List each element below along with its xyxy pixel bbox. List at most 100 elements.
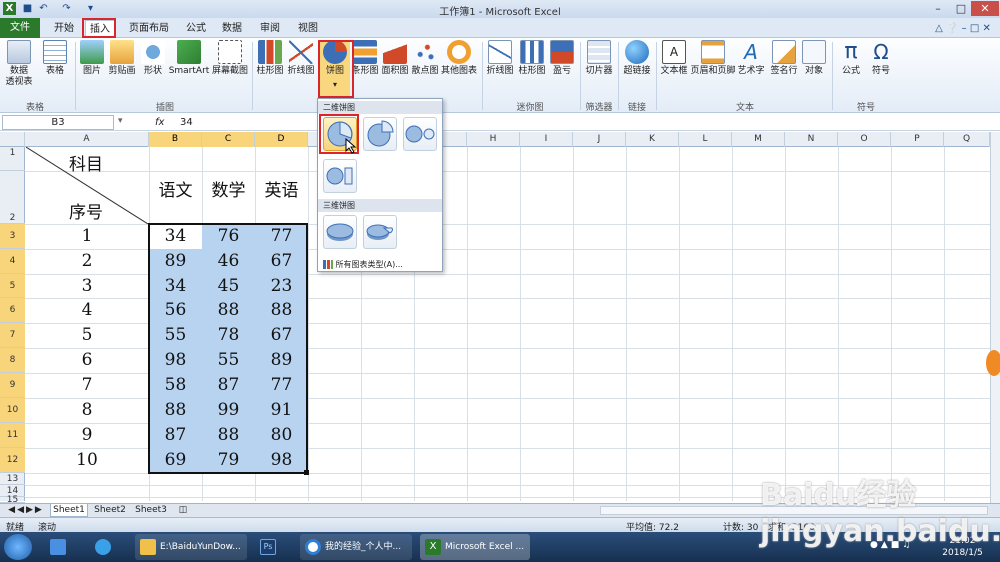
scatter-chart-button[interactable]: 散点图 [410,40,440,96]
row-header-6[interactable]: 6 [0,298,25,323]
column-header-b[interactable]: B [149,132,202,147]
pie-3d-button[interactable] [323,215,357,249]
sparkline-column-button[interactable]: 柱形图 [516,40,548,96]
row-header-11[interactable]: 11 [0,423,25,448]
row-id-cell[interactable]: 1 [25,226,149,246]
sheet-tab-3[interactable]: Sheet3 [132,504,170,517]
hyperlink-button[interactable]: 超链接 [620,40,654,96]
start-button[interactable] [4,534,32,560]
object-button[interactable]: 对象 [800,40,828,96]
row-header-7[interactable]: 7 [0,323,25,348]
name-box[interactable]: B3 [2,115,114,130]
row-header-1[interactable]: 1 [0,147,25,171]
column-header-k[interactable]: K [626,132,679,147]
row-header-4[interactable]: 4 [0,249,25,274]
tab-data[interactable]: 数据 [216,20,248,37]
insert-sheet-icon[interactable]: ◫ [174,504,192,517]
column-header-h[interactable]: H [467,132,520,147]
column-header-m[interactable]: M [732,132,785,147]
signature-line-button[interactable]: 签名行 [768,40,800,96]
row-header-5[interactable]: 5 [0,274,25,298]
pie-of-pie-button[interactable] [403,117,437,151]
column-header-j[interactable]: J [573,132,626,147]
row-header-13[interactable]: 13 [0,473,25,485]
bar-chart-button[interactable]: 条形图 [350,40,380,96]
column-header-a[interactable]: A [25,132,149,147]
row-header-2[interactable]: 2 [0,171,25,224]
slicer-button[interactable]: 切片器 [582,40,616,96]
tab-home[interactable]: 开始 [47,20,81,37]
row-id-cell[interactable]: 3 [25,276,149,296]
column-header-d[interactable]: D [255,132,308,147]
row-id-cell[interactable]: 7 [25,375,149,395]
column-header-p[interactable]: P [891,132,944,147]
win-loss-button[interactable]: 盈亏 [548,40,576,96]
horizontal-scrollbar[interactable] [600,506,988,515]
column-header-i[interactable]: I [520,132,573,147]
help-controls[interactable]: △ ❔ – □ ✕ [930,20,996,37]
row-header-12[interactable]: 12 [0,448,25,473]
column-header-n[interactable]: N [785,132,838,147]
picture-button[interactable]: 图片 [78,40,106,96]
row-id-cell[interactable]: 6 [25,350,149,370]
name-box-dropdown-icon[interactable]: ▾ [118,116,123,126]
row-id-cell[interactable]: 5 [25,325,149,345]
bar-of-pie-button[interactable] [323,159,357,193]
exploded-pie-2d-button[interactable] [363,117,397,151]
smartart-button[interactable]: SmartArt [168,40,210,96]
exploded-pie-3d-button[interactable] [363,215,397,249]
wordart-button[interactable]: A 艺术字 [736,40,766,96]
table-button[interactable]: 表格 [40,40,70,96]
row-id-cell[interactable]: 9 [25,425,149,445]
line-chart-button[interactable]: 折线图 [286,40,316,96]
clock[interactable]: 21:02 2018/1/5 [935,535,990,559]
row-header-3[interactable]: 3 [0,224,25,249]
other-charts-button[interactable]: 其他图表 [440,40,478,96]
taskbar-explorer[interactable]: E:\BaiduYunDow... [135,534,247,560]
row-id-cell[interactable]: 10 [25,450,149,470]
row-id-cell[interactable]: 4 [25,300,149,320]
taskbar-pin-cloud[interactable] [90,534,128,560]
row-header-8[interactable]: 8 [0,348,25,373]
sparkline-line-button[interactable]: 折线图 [484,40,516,96]
row-header-9[interactable]: 9 [0,373,25,398]
equation-button[interactable]: π 公式 [836,40,866,96]
row-id-cell[interactable]: 8 [25,400,149,420]
taskbar-photoshop[interactable]: Ps [255,534,293,560]
side-badge-icon[interactable] [986,350,1000,376]
row-header-10[interactable]: 10 [0,398,25,423]
taskbar-browser[interactable]: 我的经验_个人中... [300,534,412,560]
insert-function-button[interactable]: fx [155,115,175,130]
taskbar-pin-bird[interactable] [45,534,83,560]
column-chart-button[interactable]: 柱形图 [254,40,286,96]
row-id-cell[interactable]: 2 [25,251,149,271]
tab-page-layout[interactable]: 页面布局 [124,20,174,37]
tab-formulas[interactable]: 公式 [180,20,212,37]
tab-file[interactable]: 文件 [0,18,40,38]
all-chart-types-link[interactable]: 所有图表类型(A)... [323,259,439,271]
textbox-button[interactable]: A 文本框 [658,40,690,96]
select-all-corner[interactable] [0,132,25,147]
column-header-o[interactable]: O [838,132,891,147]
formula-input[interactable]: 34 [180,115,193,130]
area-chart-button[interactable]: 面积图 [380,40,410,96]
sheet-nav-arrows[interactable]: ◀◀▶▶ [2,504,50,517]
tab-review[interactable]: 审阅 [254,20,286,37]
vertical-scrollbar[interactable] [990,132,1000,503]
tab-view[interactable]: 视图 [292,20,324,37]
clipart-button[interactable]: 剪贴画 [106,40,138,96]
close-button[interactable]: ✕ [971,1,999,16]
column-header-q[interactable]: Q [944,132,990,147]
sheet-tab-1[interactable]: Sheet1 [50,504,88,517]
pivot-table-button[interactable]: 数据 透视表 [4,40,34,96]
taskbar-excel[interactable]: X Microsoft Excel ... [420,534,530,560]
fill-handle[interactable] [304,470,309,475]
column-header-l[interactable]: L [679,132,732,147]
tray-icons[interactable]: ●▲■♫ [870,540,930,554]
shapes-button[interactable]: 形状 [140,40,166,96]
header-footer-button[interactable]: 页眉和页脚 [690,40,736,96]
symbol-button[interactable]: Ω 符号 [866,40,896,96]
sheet-tab-2[interactable]: Sheet2 [91,504,129,517]
column-header-c[interactable]: C [202,132,255,147]
screenshot-button[interactable]: 屏幕截图 [210,40,250,96]
